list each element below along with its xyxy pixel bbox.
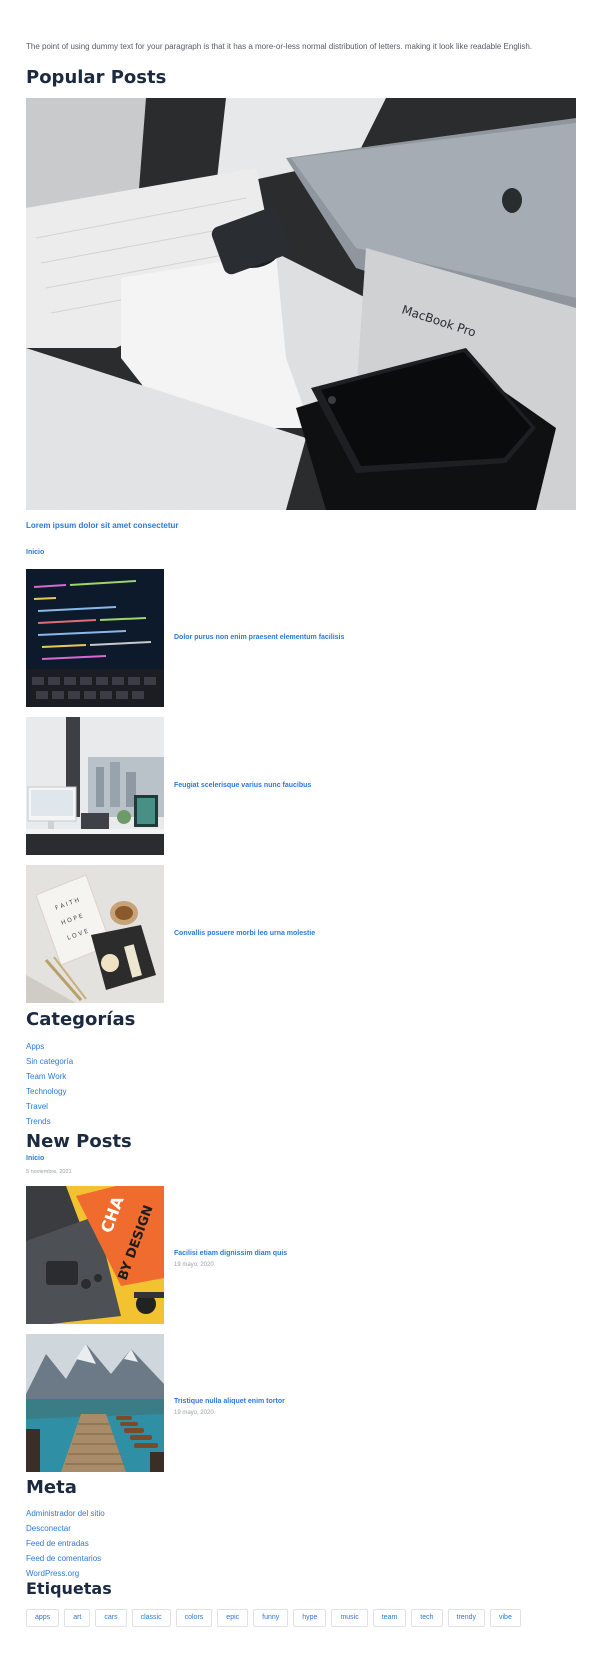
tag-link[interactable]: hype (293, 1609, 327, 1627)
category-item[interactable]: Trends (26, 1114, 73, 1129)
categories-list: Apps Sin categoría Team Work Technology … (26, 1039, 73, 1129)
intro-paragraph: The point of using dummy text for your p… (26, 42, 533, 51)
popular-post-item: Feugiat scelerisque varius nunc faucibus (26, 717, 566, 855)
post-thumbnail-design-book[interactable]: CHA BY DESIGN (26, 1186, 164, 1324)
meta-title: Meta (26, 1477, 77, 1498)
tag-link[interactable]: art (64, 1609, 91, 1627)
tag-link[interactable]: apps (26, 1609, 60, 1627)
category-item[interactable]: Technology (26, 1084, 73, 1099)
category-item[interactable]: Sin categoría (26, 1054, 73, 1069)
post-thumbnail-office[interactable] (26, 717, 164, 855)
tags-title: Etiquetas (26, 1579, 112, 1598)
meta-item[interactable]: Feed de comentarios (26, 1551, 105, 1566)
meta-item[interactable]: Feed de entradas (26, 1536, 105, 1551)
new-post-item: CHA BY DESIGN Facilisi etiam dignissim d… (26, 1186, 566, 1324)
new-posts-title: New Posts (26, 1131, 132, 1152)
post-date: 19 mayo, 2020 (174, 1410, 214, 1416)
post-thumbnail-lake[interactable] (26, 1334, 164, 1472)
popular-posts-title: Popular Posts (26, 67, 167, 88)
post-date: 19 mayo, 2020 (174, 1262, 214, 1268)
tag-link[interactable]: funny (253, 1609, 289, 1627)
post-thumbnail-book[interactable]: F A I T H H O P E L O V E (26, 865, 164, 1003)
new-post-inicio-link[interactable]: Inicio (26, 1155, 44, 1162)
popular-hero-image[interactable]: MacBook Pro (26, 98, 576, 510)
categories-title: Categorías (26, 1009, 136, 1030)
meta-item[interactable]: Desconectar (26, 1521, 105, 1536)
tag-link[interactable]: tech (411, 1609, 443, 1627)
category-item[interactable]: Team Work (26, 1069, 73, 1084)
tag-link[interactable]: music (331, 1609, 368, 1627)
tag-link[interactable]: cars (95, 1609, 127, 1627)
tag-link[interactable]: epic (217, 1609, 249, 1627)
popular-hero-link[interactable]: Lorem ipsum dolor sit amet consectetur (26, 521, 178, 530)
category-item[interactable]: Apps (26, 1039, 73, 1054)
post-title-link[interactable]: Facilisi etiam dignissim diam quis (174, 1250, 287, 1257)
meta-item[interactable]: Administrador del sitio (26, 1506, 105, 1521)
popular-post-item: Dolor purus non enim praesent elementum … (26, 569, 566, 707)
post-title-link[interactable]: Dolor purus non enim praesent elementum … (174, 634, 344, 641)
post-thumbnail-code[interactable] (26, 569, 164, 707)
tag-link[interactable]: classic (131, 1609, 171, 1627)
category-item[interactable]: Travel (26, 1099, 73, 1114)
tag-link[interactable]: colors (175, 1609, 213, 1627)
popular-inicio-link[interactable]: Inicio (26, 549, 44, 556)
post-title-link[interactable]: Tristique nulla aliquet enim tortor (174, 1398, 285, 1405)
post-title-link[interactable]: Feugiat scelerisque varius nunc faucibus (174, 782, 311, 789)
popular-post-item: F A I T H H O P E L O V E Convallis posu… (26, 865, 566, 1003)
tag-link[interactable]: team (372, 1609, 407, 1627)
tag-cloud: apps art cars classic colors epic funny … (26, 1609, 521, 1627)
tag-link[interactable]: trendy (447, 1609, 485, 1627)
meta-list: Administrador del sitio Desconectar Feed… (26, 1506, 105, 1581)
new-post-item: Tristique nulla aliquet enim tortor 19 m… (26, 1334, 566, 1472)
post-title-link[interactable]: Convallis posuere morbi leo urna molesti… (174, 930, 315, 937)
tag-link[interactable]: vibe (490, 1609, 521, 1627)
new-post-date: 5 noviembre, 2021 (26, 1169, 72, 1175)
